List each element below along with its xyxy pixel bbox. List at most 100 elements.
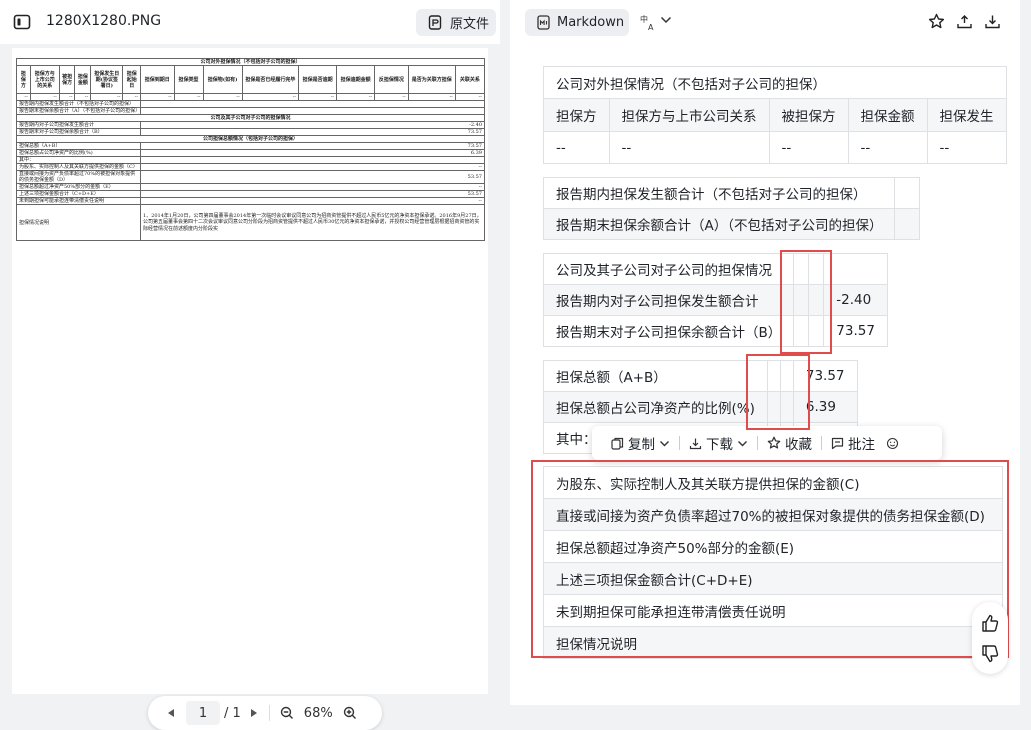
pdf-row: 报告期末担保余额合计（A）（不包括对子公司的担保） xyxy=(15,107,485,115)
pdf-row: 担保总额超过净资产50%部分的金额（E） -- xyxy=(15,183,485,191)
pdf-cell-value xyxy=(140,156,485,164)
document-header: 1280X1280.PNG 原文件 xyxy=(0,0,500,44)
thumbs-up-icon[interactable] xyxy=(981,614,1000,633)
pdf-cell: -- xyxy=(122,93,142,101)
pdf-cell-value: 73.57 xyxy=(140,142,485,150)
pdf-header-cell: 担保发生日期(协议签署日) xyxy=(90,65,124,94)
comment-button[interactable]: 批注 xyxy=(822,433,884,453)
md-table-period-total: 报告期内担保发生额合计（不包括对子公司的担保） 报告期末担保余额合计（A）（不包括… xyxy=(542,177,921,240)
next-page-icon[interactable] xyxy=(249,708,259,718)
pdf-cell: 公司及其子公司对子公司的担保情况 xyxy=(16,114,485,122)
favorite-button[interactable]: 收藏 xyxy=(758,433,821,453)
pdf-cell-label: 未到期担保可能承担连带清偿责任说明 xyxy=(15,197,142,205)
pdf-table: 公司对外担保情况（不包括对子公司的担保） 担保方 担保方与上市公司的关系 被担保方 担保… xyxy=(15,58,486,241)
download-icon xyxy=(689,437,702,450)
pdf-cell: -- xyxy=(298,93,338,101)
svg-text:A: A xyxy=(648,23,654,31)
pdf-row: 上述三项担保金额合计（C+D+E） 53.57 xyxy=(15,190,485,198)
pdf-header-cell: 担保逾期金额 xyxy=(336,65,376,94)
copy-button[interactable]: 复制 xyxy=(602,433,679,453)
comment-icon xyxy=(831,437,844,450)
pdf-cell: -- xyxy=(90,93,124,101)
highlight-box-2 xyxy=(746,354,810,430)
pdf-cell-value: -- xyxy=(140,183,485,191)
original-file-button[interactable]: 原文件 xyxy=(416,9,496,36)
pdf-row: 公司对外担保情况（不包括对子公司的担保） xyxy=(16,58,485,66)
pdf-cell-value xyxy=(140,107,485,115)
md-header-cell: 担保发生 xyxy=(926,98,1007,132)
format-selector[interactable]: Markdown xyxy=(525,9,629,36)
chevron-down-icon xyxy=(737,439,748,448)
thumbs-down-icon[interactable] xyxy=(981,644,1000,663)
md-cell-label: 担保总额占公司净资产的比例(%) xyxy=(543,391,768,423)
share-icon[interactable] xyxy=(956,13,973,30)
pdf-cell: -- xyxy=(241,93,300,101)
pdf-viewer[interactable]: 公司对外担保情况（不包括对子公司的担保） 担保方 担保方与上市公司的关系 被担保方 担保… xyxy=(12,48,488,730)
pdf-cell-note: 1、2014年1月20日，公司第四届董事会2014年第一次临时会议审议同意公司为… xyxy=(140,204,485,241)
pdf-cell-value: 53.57 xyxy=(140,170,485,184)
format-label: Markdown xyxy=(557,15,625,30)
md-cell-value: 73.57 xyxy=(823,315,888,347)
translate-icon[interactable]: 中A xyxy=(640,13,658,31)
pagination-bar: 1 / 1 68% xyxy=(148,696,382,730)
pdf-cell: -- xyxy=(58,93,76,101)
pdf-cell-label: 报告期末担保余额合计（A）（不包括对子公司的担保） xyxy=(15,107,142,115)
zoom-in-icon[interactable] xyxy=(343,706,357,720)
pdf-cell: -- xyxy=(74,93,92,101)
pdf-cell: -- xyxy=(336,93,376,101)
star-icon[interactable] xyxy=(928,13,945,30)
pdf-cell: -- xyxy=(173,93,204,101)
pdf-cell: -- xyxy=(374,93,409,101)
pdf-header-cell: 担保类型 xyxy=(173,65,204,94)
chevron-down-icon[interactable] xyxy=(660,15,672,25)
md-cell xyxy=(823,253,888,285)
page-total: / 1 xyxy=(224,705,241,721)
pdf-header-cell: 反担保情况 xyxy=(374,65,409,94)
pdf-cell-value: 6.39 xyxy=(140,149,485,157)
pdf-cell-label: 担保情况说明 xyxy=(15,204,142,241)
zoom-out-icon[interactable] xyxy=(280,706,294,720)
pdf-cell: -- xyxy=(407,93,456,101)
pdf-header-cell: 关联关系 xyxy=(454,65,486,94)
copy-icon xyxy=(611,437,624,450)
md-row: 公司及其子公司对子公司的担保情况 xyxy=(542,253,888,285)
download-icon[interactable] xyxy=(984,13,1001,30)
md-cell: -- xyxy=(768,131,849,164)
md-table-subsidiary-guarantee: 公司及其子公司对子公司的担保情况 报告期内对子公司担保发生额合计 -2.40 报告期末… xyxy=(542,253,888,347)
md-table-title: 公司对外担保情况（不包括对子公司的担保） xyxy=(543,66,1007,99)
download-label: 下载 xyxy=(706,437,733,453)
md-cell-label: 报告期末对子公司担保余额合计（B） xyxy=(542,315,795,347)
sidebar-toggle-icon[interactable] xyxy=(12,12,32,32)
pdf-header-cell: 担保方 xyxy=(16,65,31,94)
download-menu-button[interactable]: 下载 xyxy=(680,433,757,453)
pdf-header-cell: 担保方与上市公司的关系 xyxy=(29,65,60,94)
md-cell-label: 报告期内对子公司担保发生额合计 xyxy=(542,284,795,316)
md-header-cell: 担保金额 xyxy=(847,98,928,132)
divider xyxy=(268,705,270,721)
pdf-row: -- -- -- -- -- -- -- -- -- -- -- -- -- -- -- xyxy=(16,93,486,101)
pdf-header-cell: 担保是否已经履行完毕 xyxy=(241,65,300,94)
md-cell xyxy=(894,177,921,209)
emoji-icon[interactable] xyxy=(886,437,899,450)
zoom-level: 68% xyxy=(303,705,333,721)
pdf-row: 担保总额（A+B） 73.57 xyxy=(15,142,485,150)
pdf-cell-label: 为股东、实际控制人及其关联方提供担保的金额（C） xyxy=(15,163,142,171)
markdown-file-icon xyxy=(537,15,550,30)
pdf-cell: -- xyxy=(29,93,60,101)
favorite-label: 收藏 xyxy=(785,437,812,453)
pdf-cell: -- xyxy=(16,93,31,101)
pdf-row: 其中： xyxy=(15,156,485,164)
pdf-cell: -- xyxy=(140,93,175,101)
star-icon xyxy=(767,436,781,450)
pdf-cell-label: 其中： xyxy=(15,156,142,164)
pdf-header-cell: 担保物(如有) xyxy=(202,65,243,94)
comment-label: 批注 xyxy=(848,437,875,453)
pdf-cell: 公司对外担保情况（不包括对子公司的担保） xyxy=(16,58,485,66)
highlight-box-1 xyxy=(780,250,832,354)
md-cell: -- xyxy=(926,131,1007,164)
md-row: 担保总额占公司净资产的比例(%) 6.39 xyxy=(543,391,858,423)
file-name: 1280X1280.PNG xyxy=(46,13,162,29)
prev-page-icon[interactable] xyxy=(166,708,176,718)
md-row: 报告期内担保发生额合计（不包括对子公司的担保） xyxy=(542,177,921,209)
markdown-header: Markdown 中A xyxy=(510,0,1020,44)
